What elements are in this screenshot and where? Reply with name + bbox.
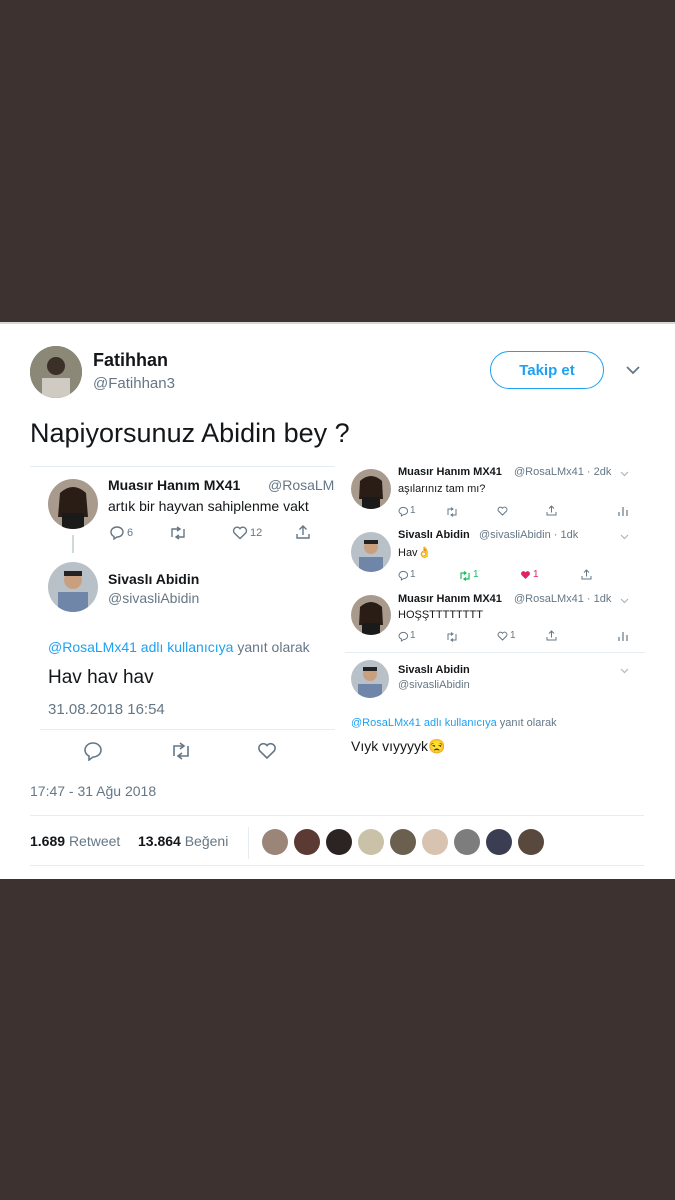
t4-handle: @sivasliAbidin (398, 679, 470, 691)
retweet-icon (170, 742, 192, 760)
chevron-down-icon (620, 534, 629, 540)
reply-icon (398, 570, 409, 581)
chevron-down-icon (620, 668, 629, 674)
analytics-icon (618, 506, 628, 516)
like-count: 13.864 (138, 833, 181, 849)
like-stat[interactable]: 13.864 Beğeni (138, 833, 228, 849)
t4-replying-to: @RosaLMx41 adlı kullanıcıya yanıt olarak (351, 717, 557, 729)
t4-replying-to-suffix: yanıt olarak (499, 717, 557, 729)
reply-icon (398, 506, 409, 517)
reply1-like-count: 12 (250, 527, 263, 539)
share-icon (581, 569, 592, 580)
thread-line (72, 535, 74, 553)
t2-reply-count: 1 (410, 569, 416, 580)
t3-avatar (351, 595, 391, 635)
chevron-down-icon (620, 598, 629, 604)
chevron-down-icon[interactable] (626, 366, 640, 375)
stats-divider (248, 827, 249, 859)
reply2-text: Hav hav hav (48, 667, 154, 688)
author-avatar[interactable] (30, 346, 82, 398)
t3-name: Muasır Hanım MX41 (398, 593, 502, 605)
share-icon (295, 524, 311, 540)
liker-avatar[interactable] (454, 829, 480, 855)
replying-to-user: @RosaLMx41 adlı kullanıcıya (48, 639, 234, 655)
reply1-avatar (48, 479, 98, 529)
reply2-name: Sivaslı Abidin (108, 571, 200, 587)
t4-avatar (351, 660, 389, 698)
reply1-name: Muasır Hanım MX41 (108, 477, 241, 493)
tweet-timestamp[interactable]: 17:47 - 31 Ağu 2018 (30, 783, 156, 799)
t2-text: Hav👌 (398, 547, 432, 559)
t1-avatar (351, 469, 391, 509)
t3-reply-count: 1 (410, 630, 416, 641)
reply2-date: 31.08.2018 16:54 (48, 701, 165, 718)
like-label: Beğeni (184, 833, 229, 849)
t3-like-count: 1 (510, 630, 516, 641)
share-icon (546, 505, 557, 516)
reply1-text: artık bir hayvan sahiplenme vakt (108, 498, 309, 514)
author-name[interactable]: Fatihhan (93, 350, 168, 371)
reply2-handle: @sivasliAbidin (108, 590, 200, 606)
t3-meta: @RosaLMx41 · 1dk (514, 593, 612, 605)
replying-to: @RosaLMx41 adlı kullanıcıya yanıt olarak (48, 639, 310, 655)
heart-icon (497, 631, 508, 641)
liker-avatar[interactable] (422, 829, 448, 855)
liker-avatar[interactable] (486, 829, 512, 855)
reply1-handle: @RosaLMx4 (268, 477, 335, 493)
author-handle[interactable]: @Fatihhan3 (93, 375, 175, 392)
retweet-label: Retweet (68, 833, 121, 849)
reply-icon (109, 525, 125, 541)
heart-filled-icon (520, 570, 531, 580)
t1-reply-count: 1 (410, 505, 416, 516)
liker-avatar[interactable] (294, 829, 320, 855)
retweet-icon (169, 526, 187, 540)
t2-meta: @sivasliAbidin · 1dk (479, 529, 579, 541)
t3-text: HOŞŞTTTTTTTT (398, 609, 483, 621)
t2-retweet-count: 1 (473, 569, 479, 580)
analytics-icon (618, 631, 628, 641)
retweet-icon (446, 507, 458, 517)
tweet-card: Fatihhan @Fatihhan3 Takip et Napiyorsunu… (0, 322, 675, 879)
tweet-text: Napiyorsunuz Abidin bey ? (30, 418, 350, 448)
t2-avatar (351, 532, 391, 572)
replying-to-suffix: yanıt olarak (237, 639, 310, 655)
retweet-icon (459, 571, 471, 581)
liker-avatar[interactable] (358, 829, 384, 855)
retweet-icon (446, 632, 458, 642)
retweet-stat[interactable]: 1.689 Retweet (30, 833, 120, 849)
share-icon (546, 630, 557, 641)
t4-text: Vıyk vıyyyyk😒 (351, 738, 446, 754)
t2-name: Sivaslı Abidin (398, 529, 470, 541)
reply2-avatar (48, 562, 98, 612)
t4-name: Sivaslı Abidin (398, 664, 470, 676)
heart-icon (497, 506, 508, 516)
t1-name: Muasır Hanım MX41 (398, 466, 502, 478)
retweet-count: 1.689 (30, 833, 66, 849)
t4-replying-to-user: @RosaLMx41 adlı kullanıcıya (351, 717, 497, 729)
t2-like-count: 1 (533, 569, 539, 580)
chevron-down-icon (620, 471, 629, 477)
t1-meta: @RosaLMx41 · 2dk (514, 466, 612, 478)
reply1-reply-count: 6 (127, 527, 134, 539)
heart-icon (257, 741, 277, 760)
heart-icon (232, 525, 248, 540)
reply-icon (398, 631, 409, 642)
reply-icon (83, 741, 103, 761)
liker-avatar[interactable] (262, 829, 288, 855)
liker-avatar[interactable] (390, 829, 416, 855)
liker-avatar[interactable] (326, 829, 352, 855)
liker-avatar[interactable] (518, 829, 544, 855)
t1-text: aşılarınız tam mı? (398, 483, 486, 495)
follow-button[interactable]: Takip et (490, 351, 604, 389)
